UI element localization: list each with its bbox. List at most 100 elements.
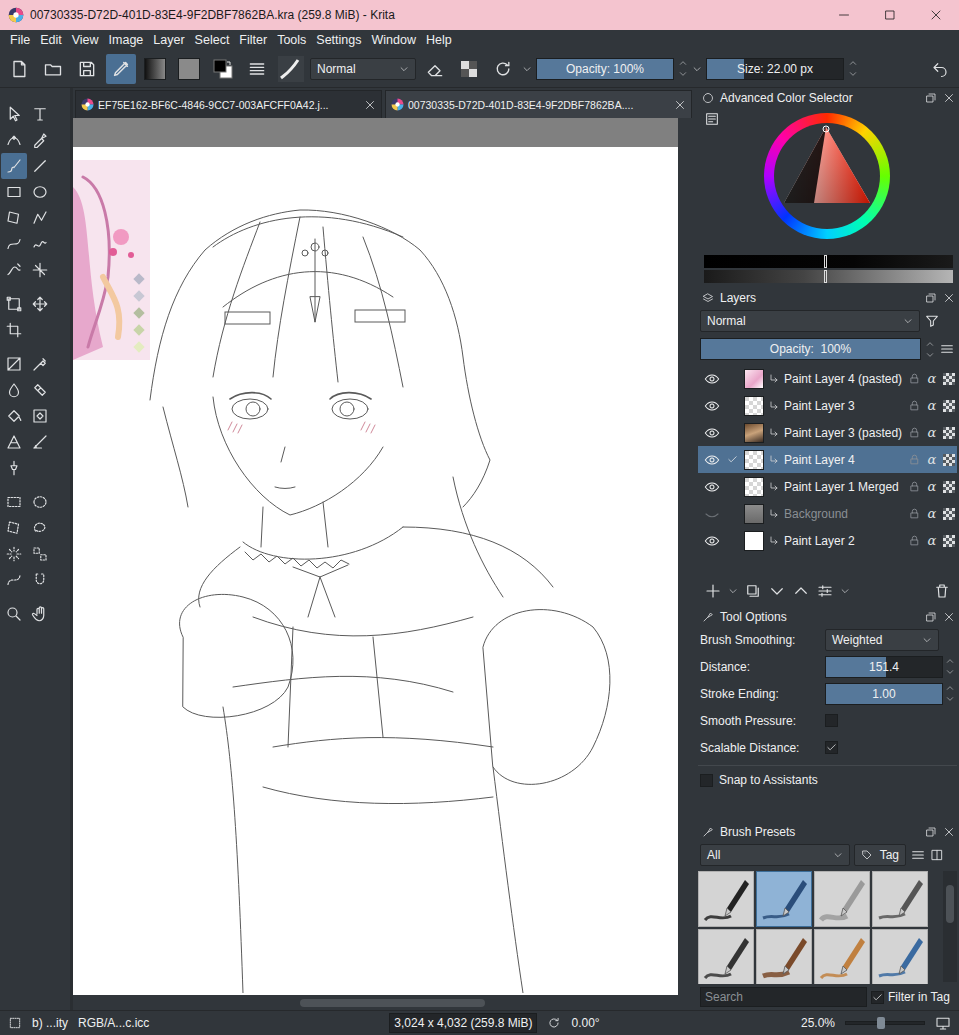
eye-open-icon[interactable] xyxy=(704,452,720,468)
spin-buttons[interactable] xyxy=(678,58,688,80)
tool-button[interactable] xyxy=(1,541,27,567)
tool-button[interactable] xyxy=(27,429,53,455)
opacity-menu-icon[interactable] xyxy=(692,64,702,74)
float-icon[interactable] xyxy=(925,92,937,104)
properties-menu-icon[interactable] xyxy=(840,586,850,596)
move-up-icon[interactable] xyxy=(792,582,810,600)
menu-item[interactable]: File xyxy=(5,33,35,47)
preset-filter-select[interactable]: All xyxy=(700,844,850,866)
measure-icon[interactable] xyxy=(31,433,49,451)
tool-button[interactable] xyxy=(1,351,27,377)
filter-in-tag-checkbox[interactable] xyxy=(871,991,884,1004)
properties-icon[interactable] xyxy=(816,582,834,600)
layer-row[interactable]: Paint Layer 4 (pasted)α xyxy=(698,365,957,392)
brush-preset[interactable] xyxy=(756,929,812,984)
multibrush-icon[interactable] xyxy=(31,261,49,279)
select-shape-icon[interactable] xyxy=(5,105,23,123)
eraser-icon[interactable] xyxy=(425,59,445,79)
enclosed-fill-icon[interactable] xyxy=(31,407,49,425)
tool-button[interactable] xyxy=(1,515,27,541)
spin-down-icon[interactable] xyxy=(679,70,687,78)
menu-item[interactable]: Help xyxy=(421,33,457,47)
float-icon[interactable] xyxy=(925,611,937,623)
tool-button[interactable] xyxy=(27,403,53,429)
gradient-button[interactable] xyxy=(140,54,170,84)
brush-preset[interactable] xyxy=(698,871,754,927)
eye-open-icon[interactable] xyxy=(704,425,720,441)
menu-item[interactable]: Tools xyxy=(272,33,311,47)
add-icon[interactable] xyxy=(704,582,722,600)
alpha-lock-toggle[interactable] xyxy=(943,535,955,547)
eye-open-icon[interactable] xyxy=(704,371,720,387)
ellipse-select-icon[interactable] xyxy=(31,493,49,511)
magnetic-select-icon[interactable] xyxy=(31,571,49,589)
alpha-lock-icon[interactable] xyxy=(459,59,479,79)
brush-preset[interactable] xyxy=(814,929,870,984)
freehand-path-icon[interactable] xyxy=(31,235,49,253)
tool-button[interactable] xyxy=(27,567,53,593)
layer-row[interactable]: Paint Layer 2α xyxy=(698,527,957,554)
tab-close-icon[interactable] xyxy=(674,99,686,111)
dropdown-arrow-icon[interactable] xyxy=(833,850,843,860)
tool-button[interactable] xyxy=(1,377,27,403)
reference-images-icon[interactable] xyxy=(5,459,23,477)
spin-up-icon[interactable] xyxy=(946,684,954,692)
contiguous-select-icon[interactable] xyxy=(5,545,23,563)
tool-button[interactable] xyxy=(27,515,53,541)
polyline-icon[interactable] xyxy=(31,209,49,227)
tool-button[interactable] xyxy=(27,601,53,627)
zoom-slider[interactable] xyxy=(845,1021,925,1025)
eraser-button[interactable] xyxy=(420,54,450,84)
brush-preset[interactable] xyxy=(756,871,812,927)
brush-preset-icon[interactable] xyxy=(278,56,304,82)
tool-button[interactable] xyxy=(27,127,53,153)
close-button[interactable] xyxy=(913,0,959,30)
move-down-icon[interactable] xyxy=(768,582,786,600)
text-icon[interactable] xyxy=(31,105,49,123)
lock-icon[interactable] xyxy=(908,534,921,547)
menu-item[interactable]: Filter xyxy=(234,33,272,47)
menu-icon[interactable] xyxy=(910,847,926,863)
alpha-inherit-toggle[interactable]: α xyxy=(925,533,939,548)
alpha-lock-toggle[interactable] xyxy=(943,427,955,439)
rotation-value[interactable]: 0.00° xyxy=(571,1016,599,1030)
alpha-inherit-toggle[interactable]: α xyxy=(925,479,939,494)
alpha-inherit-toggle[interactable]: α xyxy=(925,371,939,386)
preset-scrollbar[interactable] xyxy=(943,871,957,982)
minimize-icon[interactable] xyxy=(838,9,850,21)
expand-icon[interactable] xyxy=(930,848,944,862)
brush-preset[interactable] xyxy=(814,871,870,927)
alpha-lock-toggle[interactable] xyxy=(943,373,955,385)
spin-down-icon[interactable] xyxy=(849,70,857,78)
tool-button[interactable] xyxy=(27,101,53,127)
alpha-inherit-toggle[interactable]: α xyxy=(925,425,939,440)
spin-buttons[interactable] xyxy=(945,683,955,705)
trash-icon[interactable] xyxy=(933,582,951,600)
blend-mode-select[interactable]: Normal xyxy=(310,58,416,80)
gradient-icon[interactable] xyxy=(5,355,23,373)
undo-icon[interactable] xyxy=(931,60,949,78)
tool-button[interactable] xyxy=(1,205,27,231)
snap-checkbox[interactable] xyxy=(700,774,713,787)
move-icon[interactable] xyxy=(31,295,49,313)
preset-search[interactable] xyxy=(700,987,867,1007)
tool-button[interactable] xyxy=(27,231,53,257)
zoom-handle[interactable] xyxy=(877,1017,885,1029)
eye-open-icon[interactable] xyxy=(704,533,720,549)
spin-up-icon[interactable] xyxy=(946,657,954,665)
color-pair-button[interactable] xyxy=(208,54,238,84)
option-select[interactable]: Weighted xyxy=(825,629,939,651)
brush-editor-button[interactable] xyxy=(106,54,136,84)
shade-bar[interactable] xyxy=(704,270,953,283)
crop-icon[interactable] xyxy=(5,321,23,339)
tool-button[interactable] xyxy=(1,403,27,429)
save-icon[interactable] xyxy=(77,59,97,79)
spin-buttons[interactable] xyxy=(848,58,858,80)
spin-buttons[interactable] xyxy=(945,656,955,678)
minimize-button[interactable] xyxy=(821,0,867,30)
eye-closed-icon[interactable] xyxy=(704,506,720,522)
menu-item[interactable]: Image xyxy=(104,33,149,47)
dynamic-brush-icon[interactable] xyxy=(5,261,23,279)
menu-item[interactable]: View xyxy=(67,33,104,47)
alpha-inherit-toggle[interactable]: α xyxy=(925,398,939,413)
